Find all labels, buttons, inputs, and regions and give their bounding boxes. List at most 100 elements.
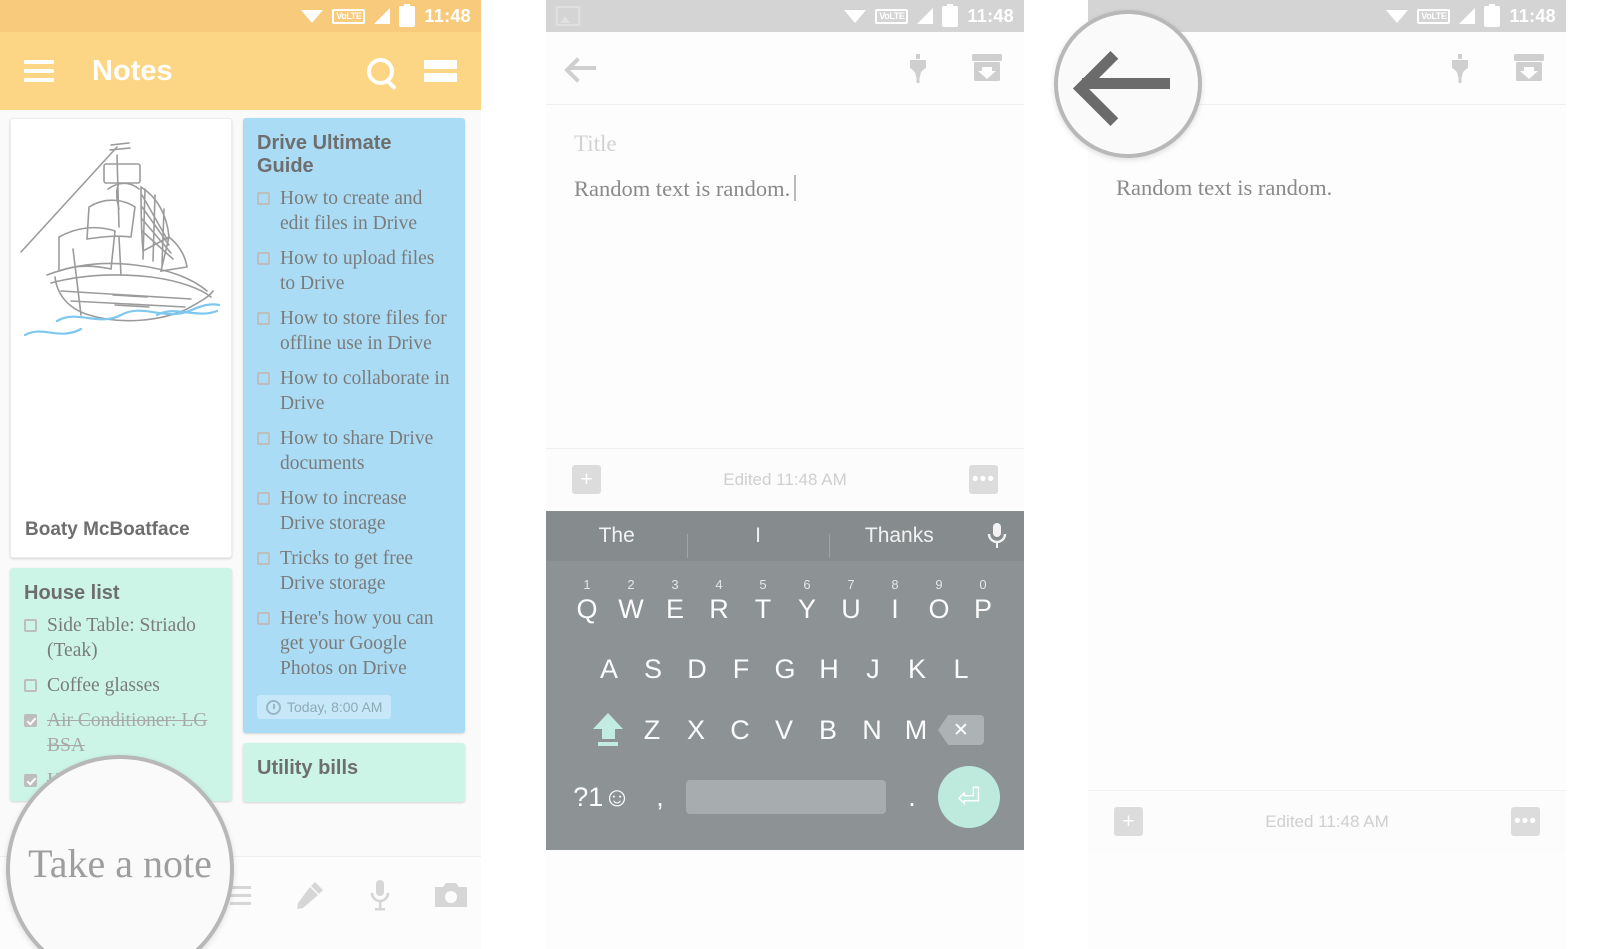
- key-Y[interactable]: 6Y: [785, 577, 829, 625]
- checklist-item[interactable]: Tricks to get free Drive storage: [243, 544, 465, 604]
- key-B[interactable]: B: [806, 715, 850, 746]
- checkbox-icon[interactable]: [257, 372, 270, 385]
- status-time: 11:48: [424, 5, 471, 26]
- checkbox-icon[interactable]: [24, 619, 37, 632]
- note-card-drive-guide[interactable]: Drive Ultimate Guide How to create and e…: [243, 118, 465, 733]
- add-attachment-button[interactable]: +: [572, 465, 601, 494]
- key-F[interactable]: F: [719, 654, 763, 685]
- archive-icon[interactable]: [972, 54, 1002, 82]
- add-attachment-button[interactable]: +: [1114, 807, 1143, 836]
- checklist-item[interactable]: Side Table: Striado (Teak): [10, 611, 232, 671]
- key-O[interactable]: 9O: [917, 577, 961, 625]
- keyboard-row-3: Z X C V B N M ✕: [546, 699, 1024, 761]
- suggestion-chip[interactable]: The: [546, 524, 687, 548]
- note-title-placeholder[interactable]: Title: [546, 105, 1024, 157]
- more-options-button[interactable]: •••: [969, 465, 998, 494]
- archive-icon[interactable]: [1514, 54, 1544, 82]
- key-I[interactable]: 8I: [873, 577, 917, 625]
- enter-icon[interactable]: ⏎: [938, 766, 1000, 828]
- key-W[interactable]: 2W: [609, 577, 653, 625]
- checklist-item[interactable]: How to share Drive documents: [243, 424, 465, 484]
- key-comma[interactable]: ,: [634, 782, 686, 813]
- key-D[interactable]: D: [675, 654, 719, 685]
- key-J[interactable]: J: [851, 654, 895, 685]
- key-period[interactable]: .: [886, 782, 938, 813]
- new-photo-icon[interactable]: [435, 882, 467, 913]
- new-drawing-icon[interactable]: [295, 880, 325, 915]
- key-X[interactable]: X: [674, 715, 718, 746]
- new-voice-icon[interactable]: [369, 879, 391, 916]
- suggestion-chip[interactable]: I: [687, 524, 828, 558]
- key-H[interactable]: H: [807, 654, 851, 685]
- checkbox-icon[interactable]: [257, 432, 270, 445]
- checkbox-icon[interactable]: [257, 192, 270, 205]
- checklist-item[interactable]: How to upload files to Drive: [243, 244, 465, 304]
- more-options-button[interactable]: •••: [1511, 807, 1540, 836]
- key-L[interactable]: L: [939, 654, 983, 685]
- hamburger-icon[interactable]: [24, 60, 54, 82]
- note-body-value: Random text is random.: [1116, 175, 1333, 200]
- pin-icon[interactable]: [1446, 53, 1474, 83]
- key-label: E: [665, 593, 684, 624]
- view-toggle-icon[interactable]: [424, 60, 457, 82]
- status-bar-right: VoLTE 11:48: [844, 3, 1014, 27]
- checkbox-icon[interactable]: [24, 679, 37, 692]
- key-P[interactable]: 0P: [961, 577, 1005, 625]
- key-number: 3: [671, 576, 679, 592]
- checklist-item[interactable]: How to store files for offline use in Dr…: [243, 304, 465, 364]
- key-Q[interactable]: 1Q: [565, 577, 609, 625]
- key-number: 9: [935, 576, 943, 592]
- checklist-item[interactable]: How to collaborate in Drive: [243, 364, 465, 424]
- key-Z[interactable]: Z: [630, 715, 674, 746]
- suggestion-chip[interactable]: Thanks: [828, 524, 970, 558]
- checklist-item[interactable]: Here's how you can get your Google Photo…: [243, 604, 465, 689]
- checkbox-icon[interactable]: [257, 252, 270, 265]
- status-bar-right: VoLTE 11:48: [1386, 3, 1556, 27]
- signal-icon: [917, 8, 934, 24]
- key-V[interactable]: V: [762, 715, 806, 746]
- volte-icon: VoLTE: [332, 8, 366, 24]
- volte-icon: VoLTE: [875, 8, 909, 24]
- checkbox-icon[interactable]: [257, 312, 270, 325]
- checklist-item[interactable]: Coffee glasses: [10, 671, 232, 706]
- volte-icon: VoLTE: [1417, 8, 1451, 24]
- note-card-utility-bills[interactable]: Utility bills: [243, 743, 465, 802]
- reminder-chip[interactable]: Today, 8:00 AM: [257, 695, 392, 719]
- checklist-item[interactable]: How to increase Drive storage: [243, 484, 465, 544]
- key-U[interactable]: 7U: [829, 577, 873, 625]
- key-S[interactable]: S: [631, 654, 675, 685]
- note-body-text[interactable]: Random text is random.: [546, 157, 1024, 202]
- on-screen-keyboard: The I Thanks 1Q 2W 3E 4R 5T 6Y 7U 8I 9O …: [546, 511, 1024, 850]
- signal-icon: [1459, 8, 1476, 24]
- key-label: W: [618, 593, 644, 624]
- key-M[interactable]: M: [894, 715, 938, 746]
- note-card-boaty[interactable]: Boaty McBoatface: [10, 118, 232, 558]
- key-symbols[interactable]: ?1☺: [570, 782, 634, 813]
- shift-icon[interactable]: [586, 713, 630, 747]
- pin-icon[interactable]: [904, 53, 932, 83]
- key-T[interactable]: 5T: [741, 577, 785, 625]
- key-N[interactable]: N: [850, 715, 894, 746]
- checkbox-icon[interactable]: [257, 612, 270, 625]
- key-E[interactable]: 3E: [653, 577, 697, 625]
- search-icon[interactable]: [367, 57, 394, 85]
- suggestion-strip: The I Thanks: [546, 511, 1024, 561]
- note-body-text[interactable]: Random text is random.: [1088, 157, 1566, 201]
- note-card-title: Drive Ultimate Guide: [257, 132, 392, 177]
- key-space[interactable]: [686, 780, 886, 814]
- gallery-icon: [556, 6, 580, 26]
- key-G[interactable]: G: [763, 654, 807, 685]
- checkbox-icon[interactable]: [257, 552, 270, 565]
- key-K[interactable]: K: [895, 654, 939, 685]
- mic-icon[interactable]: [970, 522, 1024, 550]
- checklist-item[interactable]: How to create and edit files in Drive: [243, 184, 465, 244]
- backspace-icon[interactable]: ✕: [938, 715, 984, 745]
- keyboard-row-4: ?1☺ , . ⏎: [546, 761, 1024, 833]
- checkbox-icon[interactable]: [257, 492, 270, 505]
- checkbox-icon[interactable]: [24, 774, 37, 787]
- checkbox-icon[interactable]: [24, 714, 37, 727]
- key-A[interactable]: A: [587, 654, 631, 685]
- back-arrow-icon[interactable]: [568, 56, 598, 80]
- key-C[interactable]: C: [718, 715, 762, 746]
- key-R[interactable]: 4R: [697, 577, 741, 625]
